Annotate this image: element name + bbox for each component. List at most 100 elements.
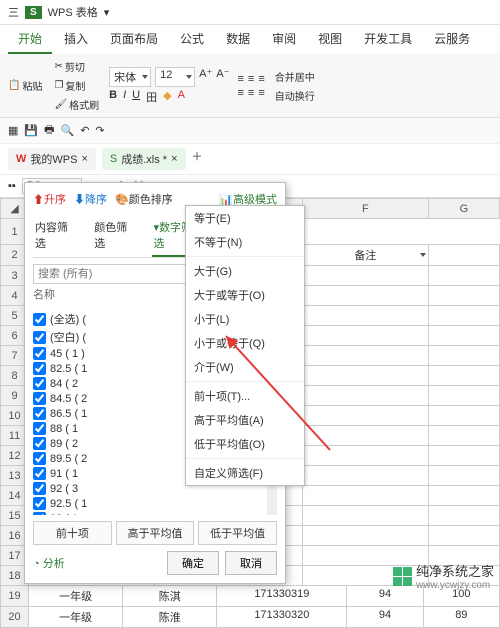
cell[interactable] [302, 426, 428, 446]
font-select[interactable]: 宋体 [109, 67, 151, 87]
qat-new-icon[interactable]: ▦ [8, 124, 18, 137]
cancel-button[interactable]: 取消 [225, 551, 277, 575]
close-icon[interactable]: × [81, 153, 87, 165]
cell[interactable] [302, 446, 428, 466]
tab-dev[interactable]: 开发工具 [354, 25, 422, 54]
fill-color-button[interactable]: ◆ [163, 89, 171, 105]
cell[interactable] [302, 386, 428, 406]
filter-checkbox[interactable] [33, 331, 46, 344]
italic-button[interactable]: I [123, 89, 126, 105]
tab-start[interactable]: 开始 [8, 25, 52, 54]
cell[interactable] [302, 486, 428, 506]
quick-below-avg-button[interactable]: 低于平均值 [198, 521, 277, 545]
bold-button[interactable]: B [109, 89, 117, 105]
cell[interactable]: 94 [347, 607, 423, 627]
merge-button[interactable]: 合并居中 [273, 68, 317, 85]
row-header[interactable]: 19 [1, 586, 29, 607]
cell[interactable] [302, 526, 428, 546]
wrap-button[interactable]: 自动换行 [273, 87, 317, 104]
filter-checkbox[interactable] [33, 377, 46, 390]
menu-icon[interactable]: 三 [8, 4, 19, 20]
filter-dropdown-icon[interactable] [420, 253, 426, 257]
namebox-chevron-icon[interactable]: ▪▪ [8, 180, 16, 192]
cell[interactable]: 陈淇 [123, 586, 217, 606]
quick-above-avg-button[interactable]: 高于平均值 [116, 521, 195, 545]
cell[interactable] [302, 286, 428, 306]
row-header[interactable]: 20 [1, 607, 29, 628]
qat-save-icon[interactable]: 💾 [24, 124, 38, 137]
filter-checkbox[interactable] [33, 482, 46, 495]
cell[interactable] [302, 306, 428, 326]
cell[interactable] [302, 266, 428, 286]
cell[interactable] [302, 406, 428, 426]
cell[interactable]: 89 [424, 607, 499, 627]
doc-tab-active[interactable]: S成绩.xls *× [102, 148, 186, 170]
qat-print-icon[interactable]: 🖶 [44, 121, 54, 140]
increase-font-icon[interactable]: A⁺ [199, 67, 212, 87]
qat-redo-icon[interactable]: ↷ [95, 124, 104, 137]
filter-checkbox[interactable] [33, 392, 46, 405]
align-mid-icon[interactable]: ≡ [248, 73, 254, 85]
menu-less[interactable]: 小于(L) [186, 307, 304, 331]
col-header[interactable]: G [428, 199, 499, 219]
header-cell[interactable]: 备注 [302, 245, 428, 266]
cell[interactable]: 一年级 [29, 586, 123, 606]
border-button[interactable]: 田 [146, 89, 157, 105]
align-top-icon[interactable]: ≡ [237, 73, 243, 85]
copy-button[interactable]: ❐ 复制 [52, 77, 101, 94]
paste-button[interactable]: 📋粘贴 [6, 77, 44, 94]
tab-layout[interactable]: 页面布局 [100, 25, 168, 54]
filter-checkbox[interactable] [33, 452, 46, 465]
cut-button[interactable]: ✂ 剪切 [52, 58, 101, 75]
title-chevron-icon[interactable]: ▾ [104, 6, 110, 19]
add-tab-button[interactable]: ＋ [192, 148, 203, 170]
menu-below-avg[interactable]: 低于平均值(O) [186, 432, 304, 456]
analyze-button[interactable]: ◔ 分析 [33, 555, 65, 571]
filter-checkbox[interactable] [33, 313, 46, 326]
menu-above-avg[interactable]: 高于平均值(A) [186, 408, 304, 432]
tab-insert[interactable]: 插入 [54, 25, 98, 54]
doc-tab-mywps[interactable]: W我的WPS× [8, 148, 96, 170]
align-right-icon[interactable]: ≡ [258, 87, 264, 99]
decrease-font-icon[interactable]: A⁻ [216, 67, 229, 87]
align-bot-icon[interactable]: ≡ [258, 73, 264, 85]
close-icon[interactable]: × [171, 153, 177, 165]
sort-asc-button[interactable]: ⬆升序 [33, 191, 66, 207]
cell[interactable] [302, 326, 428, 346]
tab-formula[interactable]: 公式 [170, 25, 214, 54]
align-center-icon[interactable]: ≡ [248, 87, 254, 99]
menu-top10[interactable]: 前十项(T)... [186, 384, 304, 408]
filter-tab-content[interactable]: 内容筛选 [33, 215, 80, 257]
filter-tab-color[interactable]: 颜色筛选 [92, 215, 139, 257]
qat-undo-icon[interactable]: ↶ [80, 124, 89, 137]
menu-greater-eq[interactable]: 大于或等于(O) [186, 283, 304, 307]
size-select[interactable]: 12 [155, 67, 195, 87]
filter-checkbox[interactable] [33, 362, 46, 375]
tab-review[interactable]: 审阅 [262, 25, 306, 54]
menu-between[interactable]: 介于(W) [186, 355, 304, 379]
filter-item[interactable]: 93 ( 1 [33, 511, 277, 515]
align-left-icon[interactable]: ≡ [237, 87, 243, 99]
color-sort-button[interactable]: 🎨颜色排序 [115, 191, 173, 207]
sort-desc-button[interactable]: ⬇降序 [74, 191, 107, 207]
cell[interactable] [302, 366, 428, 386]
tab-cloud[interactable]: 云服务 [424, 25, 480, 54]
underline-button[interactable]: U [132, 89, 140, 105]
menu-custom[interactable]: 自定义筛选(F) [186, 461, 304, 485]
filter-checkbox[interactable] [33, 437, 46, 450]
ok-button[interactable]: 确定 [167, 551, 219, 575]
col-header[interactable]: F [302, 199, 428, 219]
filter-checkbox[interactable] [33, 497, 46, 510]
filter-checkbox[interactable] [33, 422, 46, 435]
filter-checkbox[interactable] [33, 467, 46, 480]
tab-view[interactable]: 视图 [308, 25, 352, 54]
filter-checkbox[interactable] [33, 512, 46, 515]
menu-not-equal[interactable]: 不等于(N) [186, 230, 304, 254]
cell[interactable]: 171330319 [217, 586, 347, 606]
filter-checkbox[interactable] [33, 347, 46, 360]
quick-top10-button[interactable]: 前十项 [33, 521, 112, 545]
menu-greater[interactable]: 大于(G) [186, 259, 304, 283]
filter-checkbox[interactable] [33, 407, 46, 420]
cell[interactable]: 陈淮 [123, 607, 217, 627]
cell[interactable] [302, 466, 428, 486]
